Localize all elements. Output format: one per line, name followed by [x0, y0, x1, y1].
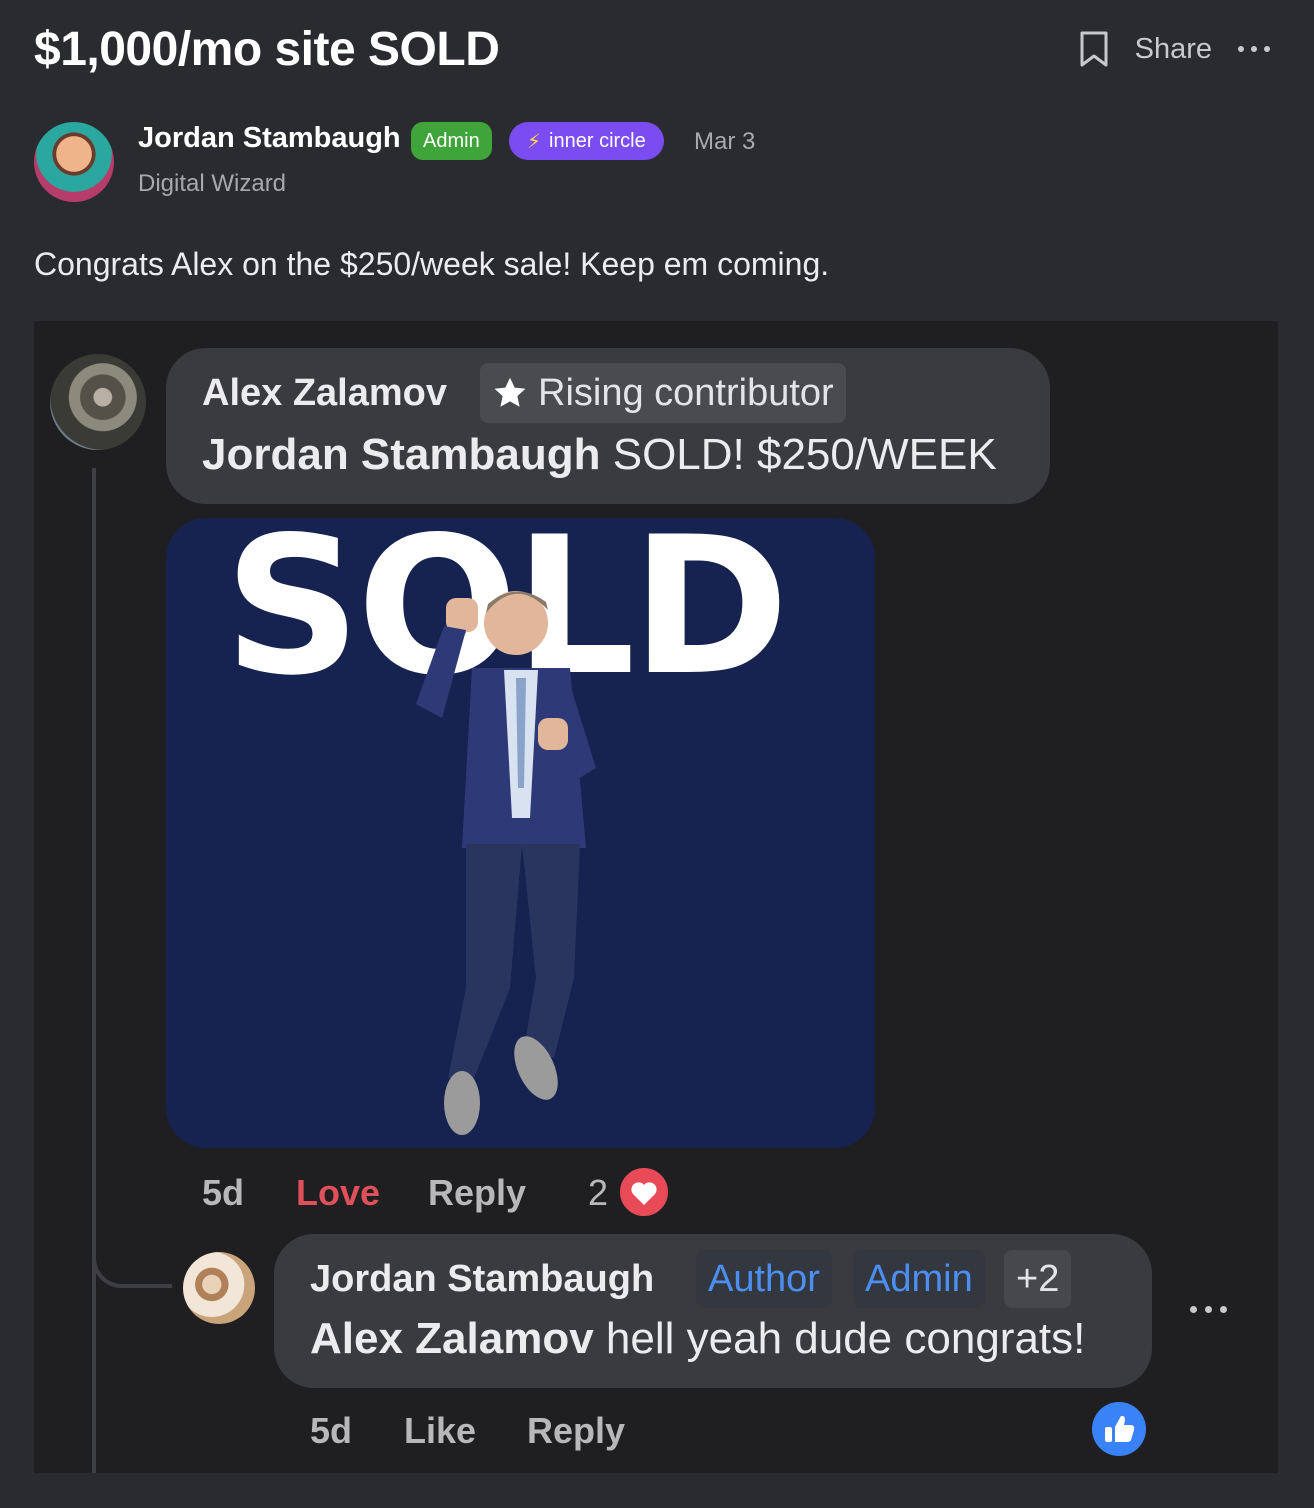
header-actions: Share: [1079, 30, 1270, 68]
more-dots-icon[interactable]: [1190, 1306, 1227, 1313]
admin-badge: Admin: [411, 122, 492, 160]
post-body: Congrats Alex on the $250/week sale! Kee…: [34, 246, 830, 282]
more-options-icon[interactable]: [1238, 46, 1270, 52]
badge-label: Rising contributor: [538, 371, 834, 414]
author-avatar[interactable]: [34, 122, 114, 202]
celebrating-man-figure: [416, 591, 596, 1135]
reply-button[interactable]: Reply: [428, 1172, 526, 1214]
more-tags-badge[interactable]: +2: [1004, 1250, 1072, 1308]
reply-text: Alex Zalamov hell yeah dude congrats!: [310, 1314, 1085, 1364]
inner-circle-badge: ⚡ inner circle: [509, 122, 664, 160]
like-button[interactable]: Like: [404, 1410, 476, 1452]
mention-link[interactable]: Jordan Stambaugh: [202, 430, 601, 479]
author-name[interactable]: Jordan Stambaugh: [138, 122, 401, 155]
comment-time: 5d: [202, 1172, 245, 1213]
reply-message: hell yeah dude congrats!: [593, 1314, 1086, 1363]
admin-tag: Admin: [853, 1250, 985, 1308]
star-icon: [492, 375, 528, 411]
author-tag: Author: [696, 1250, 832, 1308]
mention-link[interactable]: Alex Zalamov: [310, 1314, 594, 1363]
heart-icon[interactable]: [614, 1164, 674, 1220]
post-date: Mar 3: [694, 128, 756, 155]
reply-button[interactable]: Reply: [527, 1410, 625, 1452]
reaction-count[interactable]: 2: [588, 1172, 608, 1214]
lightning-icon: ⚡: [527, 130, 542, 153]
post-title: $1,000/mo site SOLD: [34, 23, 500, 76]
commenter-name[interactable]: Alex Zalamov: [202, 372, 447, 415]
love-button[interactable]: Love: [296, 1172, 380, 1214]
sold-gif-image[interactable]: SOLD: [166, 518, 875, 1148]
inner-circle-label: inner circle: [549, 129, 646, 152]
commenter-avatar[interactable]: [50, 354, 146, 450]
reply-author-name[interactable]: Jordan Stambaugh: [310, 1258, 654, 1301]
rising-contributor-badge: Rising contributor: [480, 363, 846, 423]
reply-time: 5d: [310, 1410, 353, 1451]
thread-connector: [92, 1236, 172, 1288]
thread-line: [92, 468, 96, 1473]
share-button[interactable]: Share: [1135, 33, 1212, 66]
comment-message: SOLD! $250/WEEK: [600, 430, 997, 479]
bookmark-icon[interactable]: [1079, 30, 1109, 68]
author-subtitle: Digital Wizard: [138, 170, 287, 197]
reply-author-avatar[interactable]: [183, 1252, 255, 1324]
comment-text: Jordan Stambaugh SOLD! $250/WEEK: [202, 430, 997, 480]
thumbs-up-icon[interactable]: [1091, 1401, 1147, 1457]
